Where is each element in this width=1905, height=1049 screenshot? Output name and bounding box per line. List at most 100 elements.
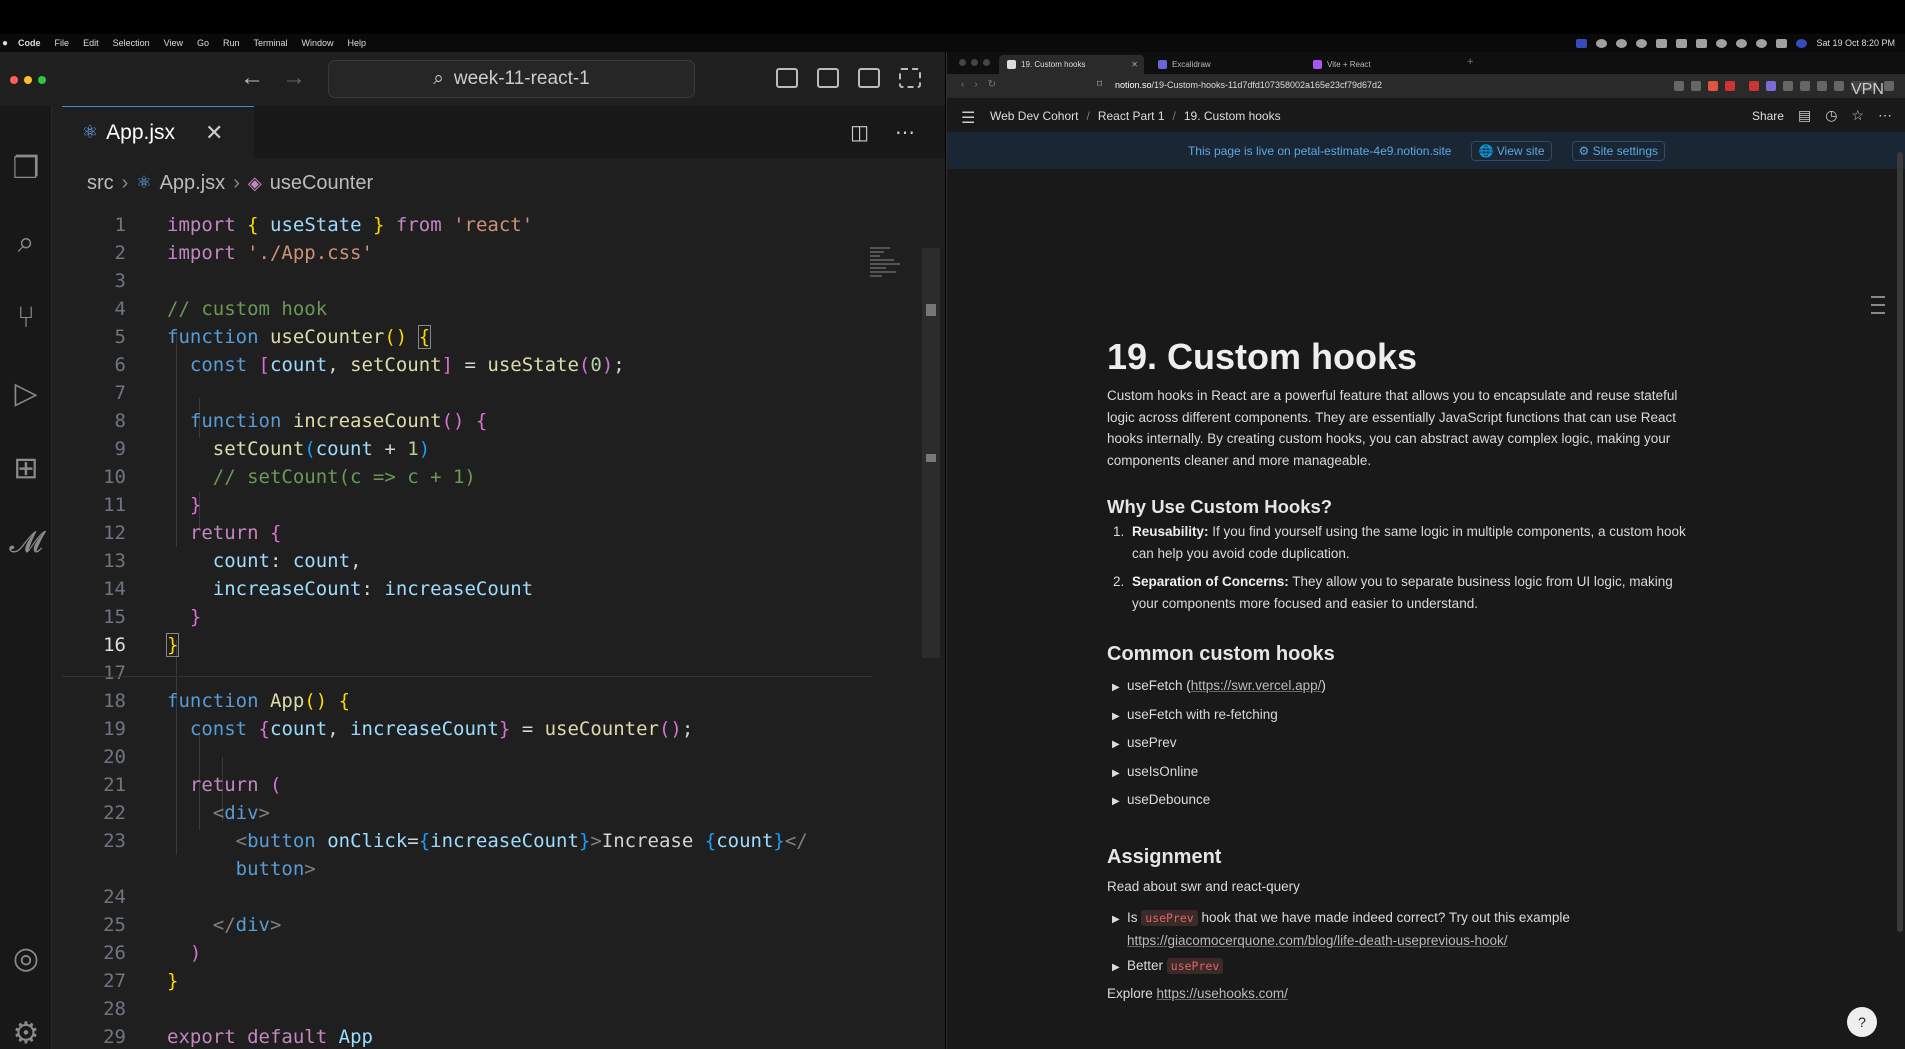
history-icon[interactable]: ◷ xyxy=(1825,107,1837,124)
toggle-panel-icon[interactable] xyxy=(817,68,839,88)
usehooks-link[interactable]: https://usehooks.com/ xyxy=(1157,986,1288,1001)
toggle-triangle-icon[interactable]: ▶ xyxy=(1107,909,1127,930)
browser-tab-excalidraw[interactable]: Excalidraw xyxy=(1150,55,1300,74)
share-button[interactable]: Share xyxy=(1752,109,1784,123)
wifi-icon[interactable] xyxy=(1756,38,1768,48)
forward-arrow-icon[interactable]: → xyxy=(282,64,306,92)
toggle-triangle-icon[interactable]: ▶ xyxy=(1107,962,1127,973)
status-icon[interactable] xyxy=(1696,38,1708,48)
zoom-icon[interactable] xyxy=(1576,38,1588,48)
status-icon[interactable] xyxy=(1656,38,1668,48)
intro-paragraph[interactable]: Custom hooks in React are a powerful fea… xyxy=(1107,385,1732,471)
menu-edit[interactable]: Edit xyxy=(83,38,99,48)
assignment-text[interactable]: Read about swr and react-query xyxy=(1107,879,1300,894)
tool-extension-icon[interactable]: 𝓜 xyxy=(0,521,52,565)
toggle-item[interactable]: ▶ useDebounce xyxy=(1107,792,1210,807)
toggle-triangle-icon[interactable]: ▶ xyxy=(1107,796,1127,807)
menu-run[interactable]: Run xyxy=(223,38,240,48)
minimap[interactable] xyxy=(870,247,922,287)
control-center-icon[interactable] xyxy=(1776,38,1788,48)
page-scrollbar[interactable] xyxy=(1897,152,1903,932)
close-window-button[interactable] xyxy=(959,59,966,66)
assignment-heading[interactable]: Assignment xyxy=(1107,846,1221,869)
command-center-search[interactable]: ⌕ week-11-react-1 xyxy=(328,60,695,98)
breadcrumb-page[interactable]: 19. Custom hooks xyxy=(1184,109,1281,123)
search-icon[interactable]: ⌕ xyxy=(0,221,52,265)
extension-icon[interactable] xyxy=(1800,81,1810,91)
status-icon[interactable] xyxy=(1596,38,1608,48)
maximize-window-button[interactable] xyxy=(983,59,990,66)
comments-icon[interactable]: ▤ xyxy=(1798,107,1811,124)
toggle-triangle-icon[interactable]: ▶ xyxy=(1107,682,1127,693)
close-window-button[interactable] xyxy=(10,76,18,84)
view-site-button[interactable]: 🌐 View site xyxy=(1471,140,1552,161)
menu-go[interactable]: Go xyxy=(197,38,209,48)
toggle-item[interactable]: ▶ useFetch (https://swr.vercel.app/) xyxy=(1107,678,1326,693)
search-icon[interactable] xyxy=(1736,38,1748,48)
minimize-window-button[interactable] xyxy=(971,59,978,66)
extension-icon[interactable] xyxy=(1834,81,1844,91)
moon-icon[interactable] xyxy=(1716,38,1728,48)
account-icon[interactable]: ◎ xyxy=(0,936,52,980)
brave-shield-icon[interactable] xyxy=(1708,81,1718,91)
close-tab-icon[interactable]: ✕ xyxy=(1131,60,1138,69)
toggle-triangle-icon[interactable]: ▶ xyxy=(1107,768,1127,779)
browser-tab-notion[interactable]: 19. Custom hooks ✕ xyxy=(999,55,1144,74)
toggle-triangle-icon[interactable]: ▶ xyxy=(1107,711,1127,722)
extension-icon[interactable] xyxy=(1766,81,1776,91)
menu-help[interactable]: Help xyxy=(348,38,367,48)
breadcrumb-folder[interactable]: src xyxy=(87,172,114,195)
new-tab-icon[interactable]: + xyxy=(1467,56,1473,68)
vpn-badge[interactable]: VPN xyxy=(1851,81,1884,98)
battery-icon[interactable] xyxy=(1676,38,1688,48)
minimize-window-button[interactable] xyxy=(24,76,32,84)
menu-icon[interactable] xyxy=(1884,81,1894,91)
toggle-item[interactable]: ▶ Better usePrev xyxy=(1107,958,1224,974)
run-debug-icon[interactable]: ▷ xyxy=(0,371,52,415)
menu-view[interactable]: View xyxy=(164,38,183,48)
siri-icon[interactable] xyxy=(1796,38,1808,48)
menu-window[interactable]: Window xyxy=(302,38,334,48)
menu-selection[interactable]: Selection xyxy=(113,38,150,48)
close-tab-icon[interactable]: ✕ xyxy=(205,120,223,146)
browser-nav-buttons[interactable]: ‹›↻ xyxy=(961,79,1006,90)
split-editor-icon[interactable]: ◫ xyxy=(850,120,869,145)
zoom-icon[interactable] xyxy=(1674,81,1684,91)
url-field[interactable]: notion.so/19-Custom-hooks-11d7dfd1073580… xyxy=(1115,80,1382,90)
breadcrumb-parent[interactable]: React Part 1 xyxy=(1098,109,1165,123)
menu-file[interactable]: File xyxy=(55,38,70,48)
maximize-window-button[interactable] xyxy=(38,76,46,84)
status-icon[interactable] xyxy=(1616,38,1628,48)
extensions-icon[interactable]: ⊞ xyxy=(0,446,52,490)
status-icon[interactable] xyxy=(1636,38,1648,48)
apple-icon[interactable]: ● xyxy=(2,38,8,49)
bookmark-icon[interactable]: ⌑ xyxy=(1097,79,1102,90)
extension-icon[interactable] xyxy=(1749,81,1759,91)
browser-tab-vite[interactable]: Vite + React xyxy=(1305,55,1455,74)
toggle-primary-sidebar-icon[interactable] xyxy=(776,68,798,88)
more-options-icon[interactable]: ⋯ xyxy=(1878,107,1892,124)
toggle-secondary-sidebar-icon[interactable] xyxy=(858,68,880,88)
explorer-icon[interactable]: ❐ xyxy=(0,146,52,190)
toggle-triangle-icon[interactable]: ▶ xyxy=(1107,739,1127,750)
back-arrow-icon[interactable]: ← xyxy=(240,64,264,92)
example-link[interactable]: https://giacomocerquone.com/blog/life-de… xyxy=(1127,933,1507,948)
menu-app-name[interactable]: Code xyxy=(18,38,41,48)
toggle-item[interactable]: ▶ usePrev xyxy=(1107,735,1177,750)
sidebar-menu-icon[interactable]: ☰ xyxy=(961,108,975,128)
source-control-icon[interactable]: ⑂ xyxy=(0,296,52,340)
customize-layout-icon[interactable] xyxy=(899,68,921,88)
extension-icon[interactable] xyxy=(1783,81,1793,91)
menubar-clock[interactable]: Sat 19 Oct 8:20 PM xyxy=(1816,38,1895,48)
toggle-item[interactable]: ▶ Is usePrev hook that we have made indee… xyxy=(1107,907,1570,951)
code-editor[interactable]: 1 import { useState } from 'react' 2 impor… xyxy=(62,202,922,1049)
settings-gear-icon[interactable]: ⚙ xyxy=(0,1011,52,1049)
extension-icon[interactable] xyxy=(1725,81,1735,91)
site-settings-button[interactable]: ⚙ Site settings xyxy=(1571,140,1666,161)
tab-app-jsx[interactable]: ⚛ App.jsx ✕ xyxy=(62,106,254,158)
menu-terminal[interactable]: Terminal xyxy=(254,38,288,48)
toggle-link[interactable]: https://swr.vercel.app/ xyxy=(1191,678,1322,693)
page-title[interactable]: 19. Custom hooks xyxy=(1107,336,1417,378)
breadcrumb-symbol[interactable]: useCounter xyxy=(270,172,373,195)
toggle-item[interactable]: ▶ useFetch with re-fetching xyxy=(1107,707,1278,722)
